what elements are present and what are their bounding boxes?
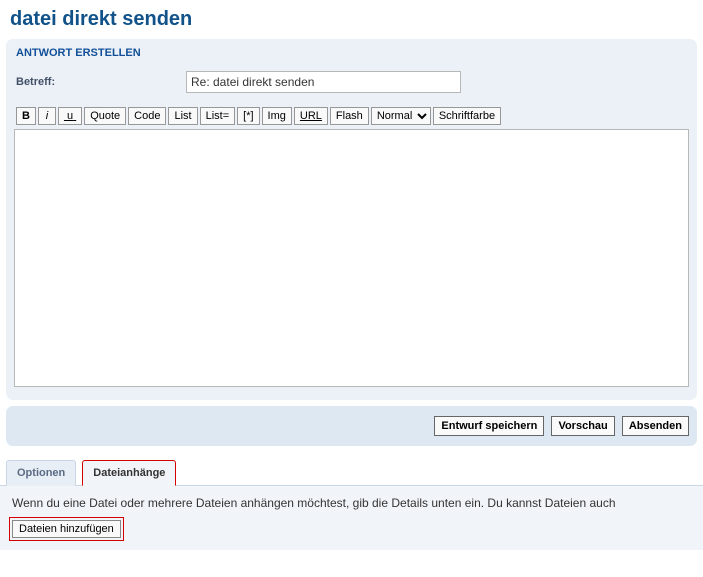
attachments-panel: Wenn du eine Datei oder mehrere Dateien …	[0, 485, 703, 550]
attachments-intro-text: Wenn du eine Datei oder mehrere Dateien …	[12, 496, 691, 510]
font-color-button[interactable]: Schriftfarbe	[433, 107, 501, 125]
save-draft-button[interactable]: Entwurf speichern	[434, 416, 544, 436]
underline-button[interactable]: u	[58, 107, 82, 125]
compose-panel: ANTWORT ERSTELLEN Betreff: B i u Quote C…	[6, 39, 697, 400]
list-button[interactable]: List	[168, 107, 197, 125]
action-bar: Entwurf speichern Vorschau Absenden	[6, 406, 697, 446]
compose-panel-header: ANTWORT ERSTELLEN	[14, 45, 689, 69]
list-item-button[interactable]: [*]	[237, 107, 259, 125]
font-size-select[interactable]: Normal	[371, 107, 431, 125]
tab-strip: Optionen Dateianhänge	[6, 460, 697, 486]
quote-button[interactable]: Quote	[84, 107, 126, 125]
tab-attachments[interactable]: Dateianhänge	[82, 460, 176, 486]
code-button[interactable]: Code	[128, 107, 166, 125]
add-files-button[interactable]: Dateien hinzufügen	[12, 520, 121, 538]
subject-row: Betreff:	[14, 69, 689, 105]
list-ordered-button[interactable]: List=	[200, 107, 236, 125]
subject-label: Betreff:	[16, 76, 186, 88]
flash-button[interactable]: Flash	[330, 107, 369, 125]
page-title: datei direkt senden	[0, 0, 703, 35]
subject-input[interactable]	[186, 71, 461, 93]
italic-button[interactable]: i	[38, 107, 56, 125]
bold-button[interactable]: B	[16, 107, 36, 125]
preview-button[interactable]: Vorschau	[551, 416, 614, 436]
message-textarea[interactable]	[14, 129, 689, 387]
img-button[interactable]: Img	[262, 107, 292, 125]
bbcode-toolbar: B i u Quote Code List List= [*] Img URL …	[14, 105, 689, 128]
tab-options[interactable]: Optionen	[6, 460, 76, 486]
submit-button[interactable]: Absenden	[622, 416, 689, 436]
url-button[interactable]: URL	[294, 107, 328, 125]
